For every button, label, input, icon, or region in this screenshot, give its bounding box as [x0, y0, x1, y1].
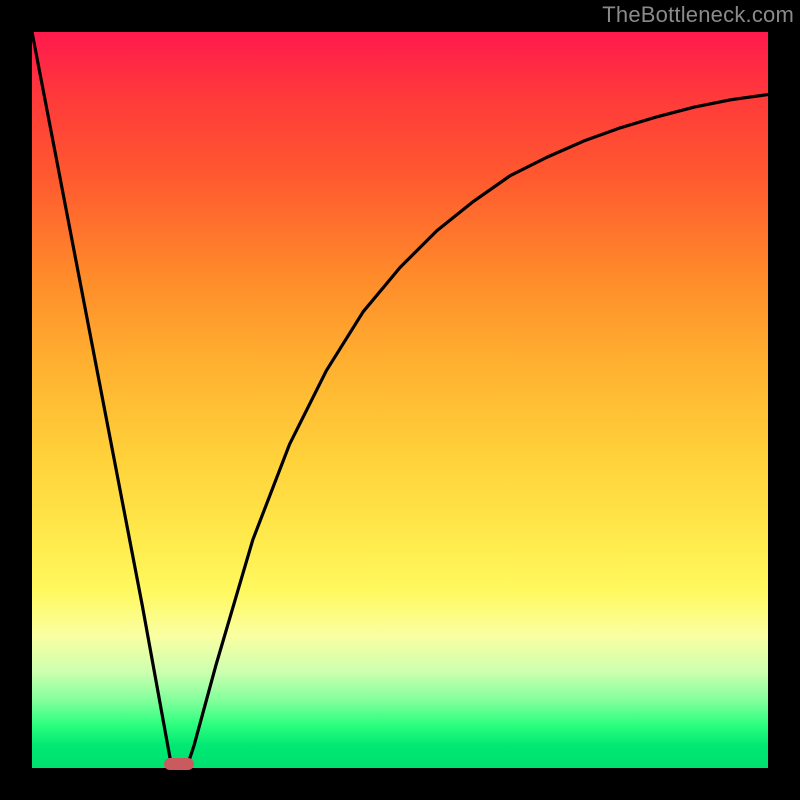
plot-area	[32, 32, 768, 768]
watermark-text: TheBottleneck.com	[602, 2, 794, 28]
chart-frame: TheBottleneck.com	[0, 0, 800, 800]
optimum-marker	[164, 758, 193, 770]
curve-path	[32, 32, 768, 768]
bottleneck-curve	[32, 32, 768, 768]
